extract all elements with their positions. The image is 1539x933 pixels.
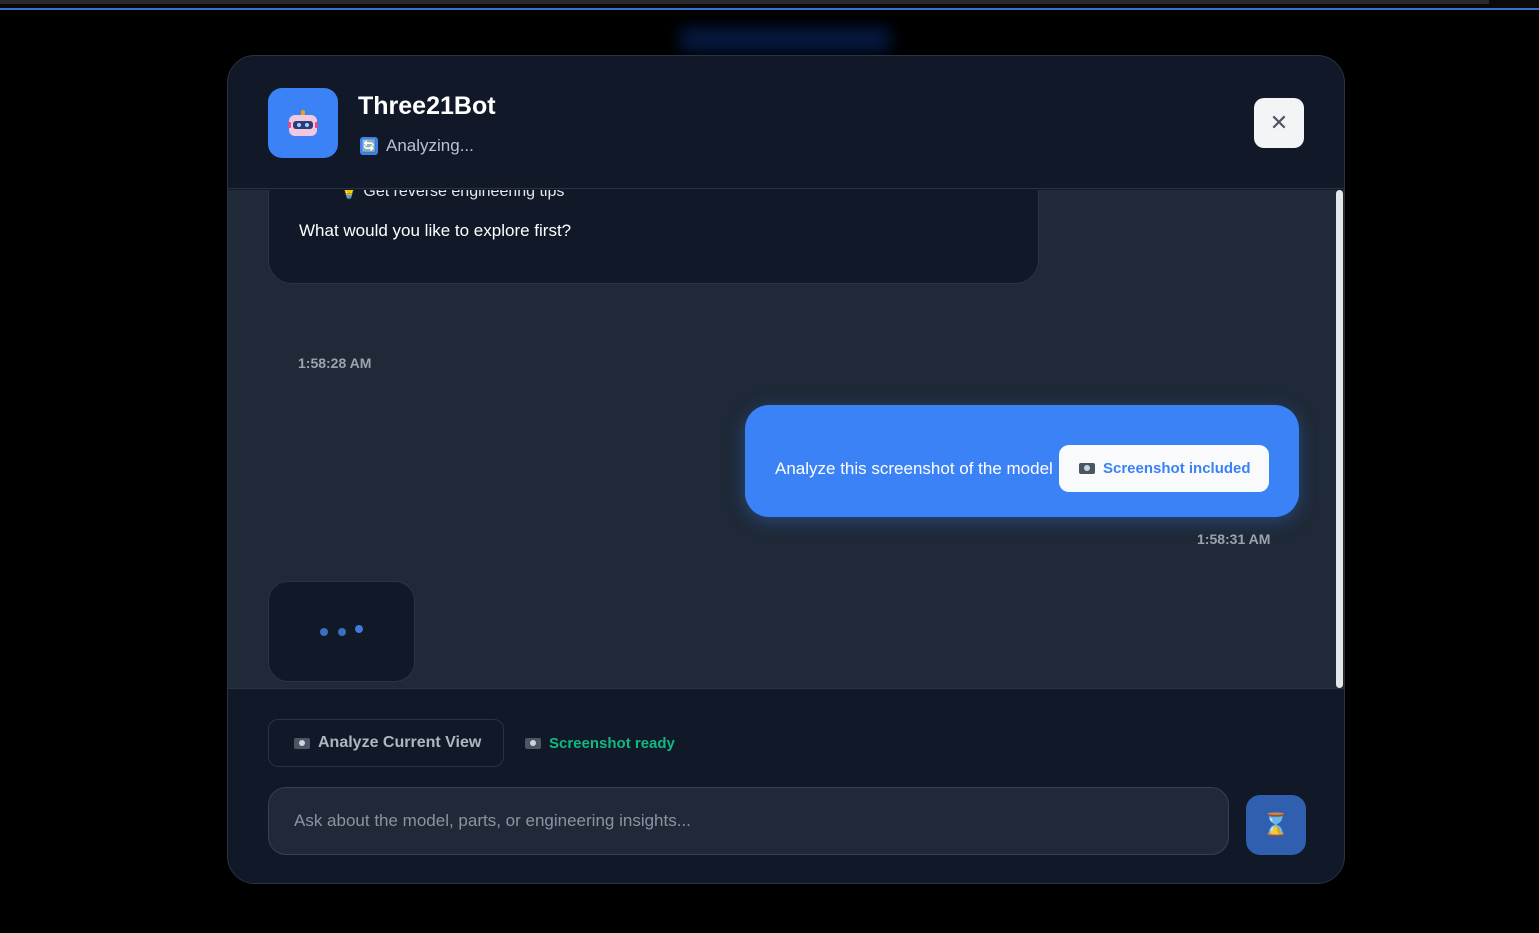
bot-message-partial-text: 💡 Get reverse engineering tips bbox=[339, 190, 565, 200]
bot-avatar bbox=[268, 88, 338, 158]
analyze-current-view-label: Analyze Current View bbox=[318, 734, 482, 751]
chat-input[interactable] bbox=[268, 787, 1229, 855]
chat-header: Three21Bot 🔄 Analyzing... ✕ bbox=[228, 56, 1344, 189]
bot-message-timestamp: 1:58:28 AM bbox=[298, 355, 372, 371]
screenshot-ready-label: Screenshot ready bbox=[549, 735, 675, 752]
close-icon: ✕ bbox=[1269, 110, 1289, 136]
screenshot-ready-status: Screenshot ready bbox=[525, 735, 675, 752]
bot-message-text: What would you like to explore first? bbox=[299, 221, 572, 240]
camera-icon bbox=[1079, 463, 1095, 474]
chat-footer: Analyze Current View Screenshot ready ⌛ bbox=[228, 688, 1344, 883]
user-message-text: Analyze this screenshot of the model bbox=[775, 459, 1053, 478]
send-button[interactable]: ⌛ bbox=[1246, 795, 1306, 855]
analyze-current-view-button[interactable]: Analyze Current View bbox=[268, 719, 504, 767]
chat-modal: Three21Bot 🔄 Analyzing... ✕ 💡 Get revers… bbox=[227, 55, 1345, 884]
hourglass-icon: ⌛ bbox=[1262, 812, 1290, 838]
bot-message: 💡 Get reverse engineering tips What woul… bbox=[268, 190, 1039, 284]
typing-dot bbox=[320, 628, 328, 636]
refresh-icon: 🔄 bbox=[360, 137, 378, 155]
camera-icon bbox=[525, 738, 541, 749]
scrollbar[interactable] bbox=[1335, 190, 1344, 688]
bot-status: 🔄 Analyzing... bbox=[360, 136, 474, 156]
camera-icon bbox=[294, 737, 310, 749]
browser-top-bar bbox=[0, 0, 1539, 10]
close-button[interactable]: ✕ bbox=[1254, 98, 1304, 148]
background-highlight bbox=[680, 28, 890, 54]
typing-indicator bbox=[268, 581, 415, 682]
typing-dot bbox=[355, 625, 363, 633]
user-message: Analyze this screenshot of the model Scr… bbox=[745, 405, 1299, 517]
screenshot-included-label: Screenshot included bbox=[1103, 460, 1251, 477]
message-list[interactable]: 💡 Get reverse engineering tips What woul… bbox=[228, 190, 1344, 688]
status-text: Analyzing... bbox=[386, 136, 474, 155]
user-message-timestamp: 1:58:31 AM bbox=[1197, 531, 1271, 547]
bot-name: Three21Bot bbox=[358, 92, 496, 120]
robot-icon bbox=[288, 110, 318, 136]
screenshot-included-badge: Screenshot included bbox=[1059, 445, 1269, 492]
typing-dot bbox=[338, 628, 346, 636]
